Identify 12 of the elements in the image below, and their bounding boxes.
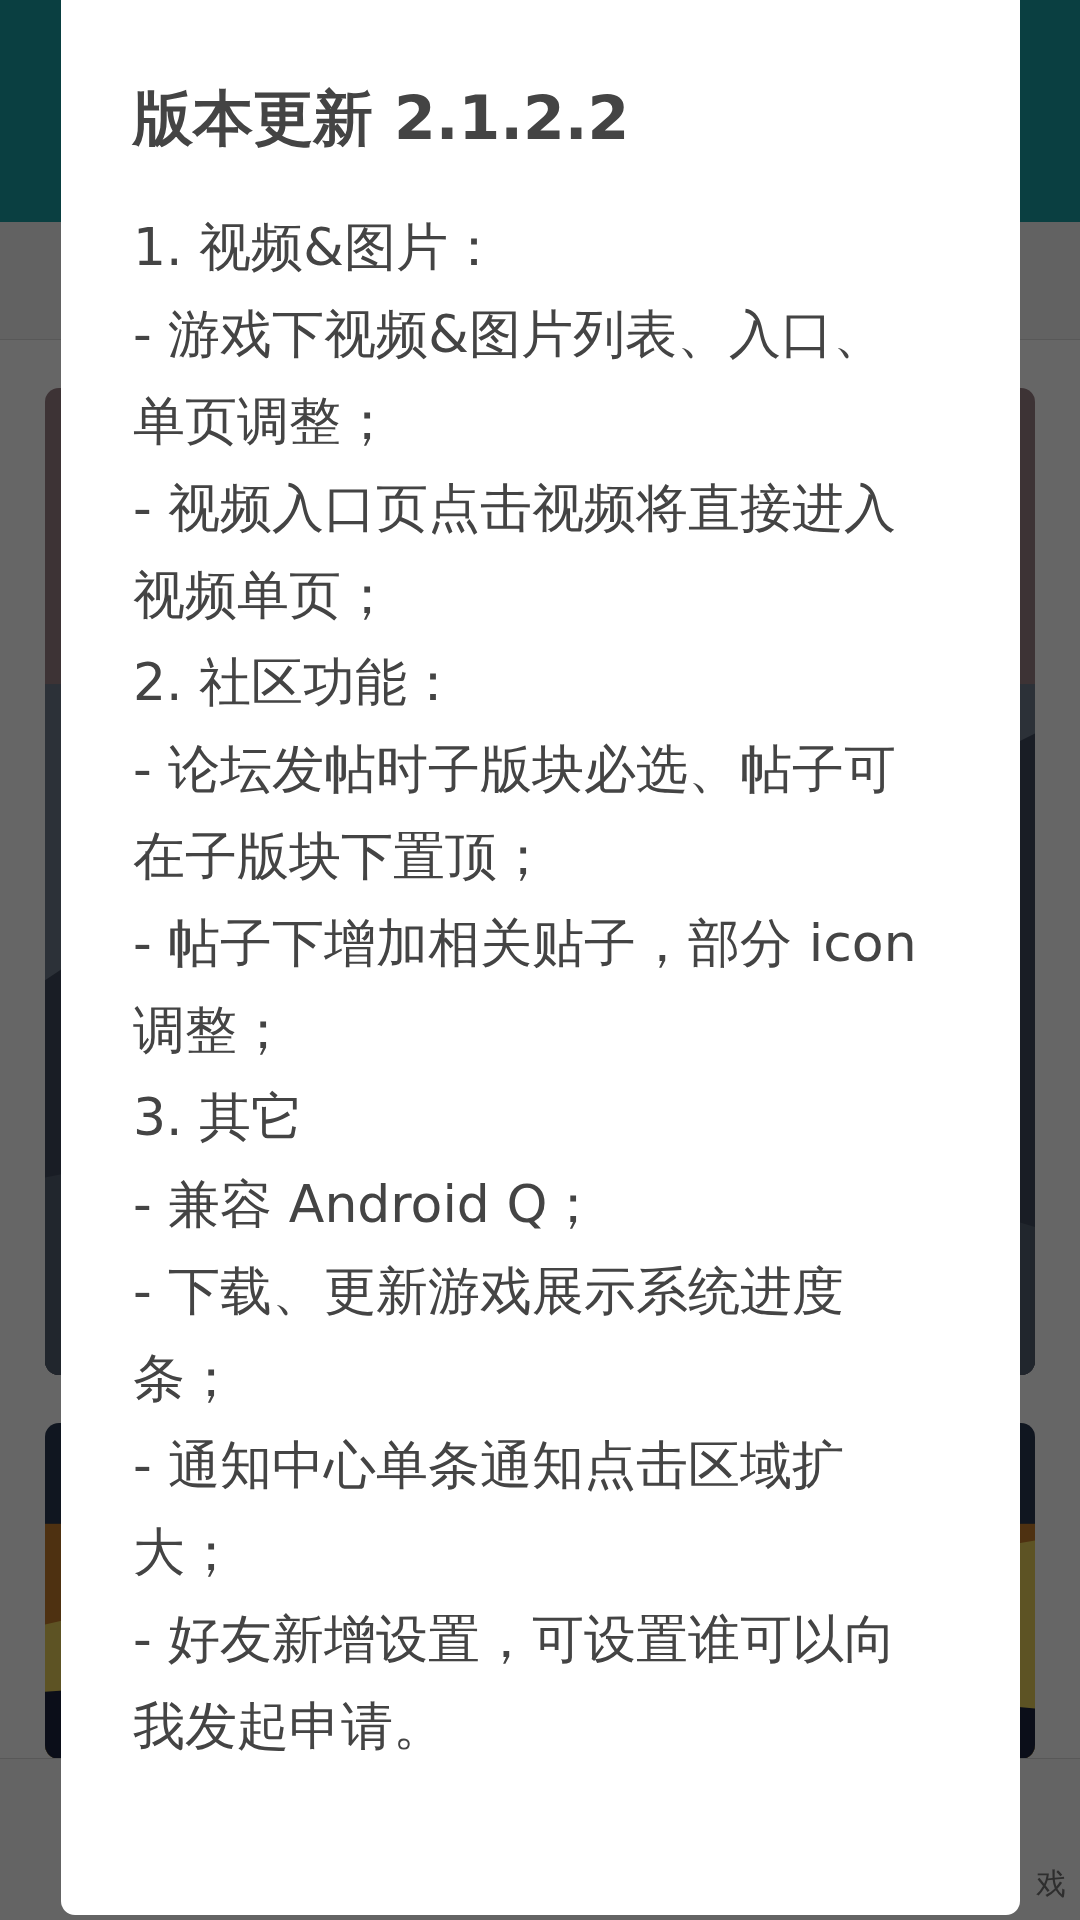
update-note: - 兼容 Android Q； — [133, 1173, 601, 1236]
update-note: - 帖子下增加相关贴子，部分 icon 调整； — [133, 912, 918, 1062]
update-note: - 通知中心单条通知点击区域扩大； — [133, 1434, 846, 1584]
update-note: - 好友新增设置，可设置谁可以向我发起申请。 — [133, 1608, 898, 1758]
update-note: - 视频入口页点击视频将直接进入视频单页； — [133, 477, 898, 627]
update-note: - 游戏下视频&图片列表、入口、单页调整； — [133, 303, 886, 453]
update-note: - 下载、更新游戏展示系统进度条； — [133, 1260, 846, 1410]
update-note: - 论坛发帖时子版块必选、帖子可在子版块下置顶； — [133, 738, 898, 888]
update-note: 2. 社区功能： — [133, 651, 461, 714]
update-note: 1. 视频&图片： — [133, 216, 501, 279]
dialog-title: 版本更新 2.1.2.2 — [133, 82, 631, 154]
update-note: 3. 其它 — [133, 1086, 305, 1149]
